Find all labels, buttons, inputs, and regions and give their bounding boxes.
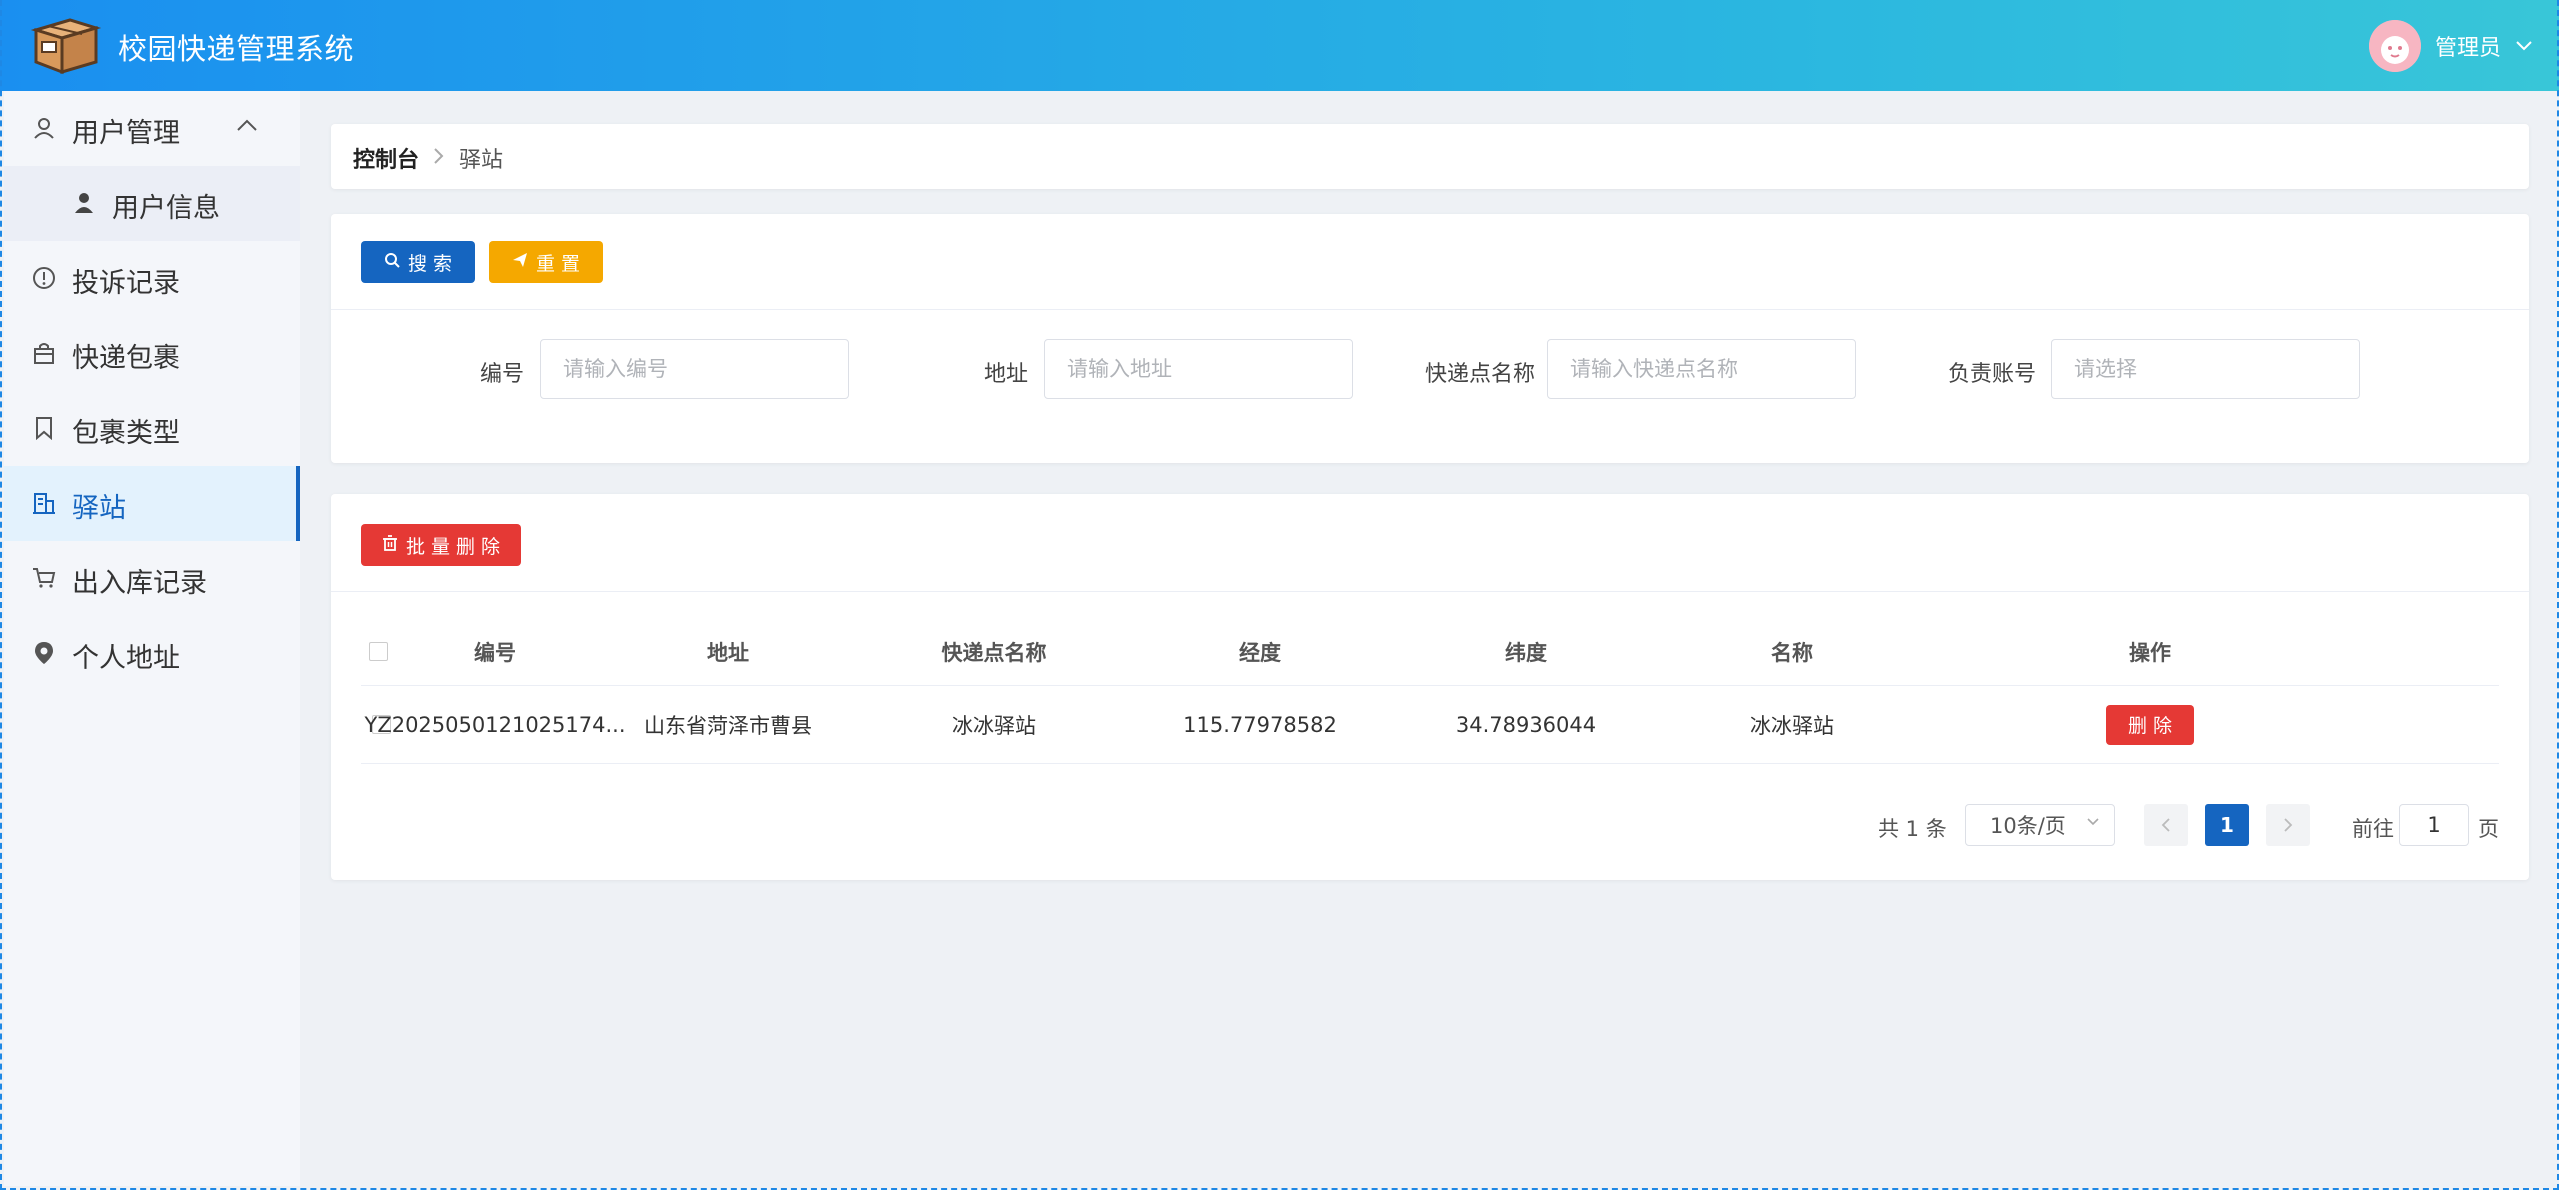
user-outline-icon [32,116,56,140]
sidebar-item-stations[interactable]: 驿站 [4,466,300,541]
sidebar-item-inout-records[interactable]: 出入库记录 [4,541,300,616]
breadcrumb-home[interactable]: 控制台 [353,142,419,174]
chevron-down-icon[interactable] [2515,36,2533,57]
bookmark-icon [32,416,56,441]
shopping-bag-icon [32,341,56,365]
sidebar-item-label: 投诉记录 [72,268,180,299]
window-frame-right [2555,0,2559,1190]
send-icon [512,251,528,273]
cell-name: 冰冰驿站 [1750,713,1834,738]
next-page-button[interactable] [2266,804,2310,846]
shopping-cart-icon [32,566,56,590]
sidebar-item-label: 个人地址 [72,643,180,674]
page-size-value: 10条/页 [1990,814,2066,838]
goto-page-input[interactable] [2399,804,2469,846]
sidebar-item-label: 驿站 [72,493,126,524]
top-header: 校园快递管理系统 管理员 [0,0,2559,91]
breadcrumb: 控制台 驿站 [353,142,503,174]
sidebar-item-user-management[interactable]: 用户管理 [4,91,300,166]
pagination-total: 共 1 条 [1878,817,1947,841]
sidebar: 用户管理 用户信息 投诉记录 快递包裹 包裹类型 驿站 出入库记录 个人地址 [4,91,300,1186]
sidebar-item-label: 出入库记录 [72,568,207,599]
sidebar-item-complaints[interactable]: 投诉记录 [4,241,300,316]
page-size-select[interactable]: 10条/页 [1965,804,2115,846]
table-toolbar: 批 量 删 除 [331,494,2529,592]
search-toolbar: 搜 索 重 置 [331,214,2529,310]
sidebar-item-package-types[interactable]: 包裹类型 [4,391,300,466]
chevron-down-icon [2086,815,2100,831]
package-box-logo [30,14,102,76]
search-icon [384,251,400,273]
page-number-button[interactable]: 1 [2205,804,2249,846]
search-panel: 搜 索 重 置 编号 地址 快递点名称 负责账号 [331,214,2529,463]
delete-button[interactable]: 删 除 [2106,704,2194,745]
reset-button-label: 重 置 [535,252,581,275]
sidebar-item-label: 用户管理 [72,118,180,149]
column-header-latitude[interactable]: 纬度 [1393,618,1659,685]
pagination: 共 1 条 10条/页 1 前往 页 [331,804,2529,848]
sidebar-item-label: 包裹类型 [72,418,180,449]
trash-icon [382,534,398,556]
station-name-input[interactable] [1547,339,1856,399]
location-pin-icon [32,641,56,665]
office-building-icon [32,491,56,515]
column-header-address[interactable]: 地址 [595,618,861,685]
app-title: 校园快递管理系统 [118,32,355,66]
reset-button[interactable]: 重 置 [489,241,603,283]
station-name-field-label: 快递点名称 [1425,362,1536,387]
breadcrumb-current: 驿站 [459,148,504,173]
batch-delete-button[interactable]: 批 量 删 除 [361,524,521,566]
cell-actions: 删 除 [1925,686,2375,763]
user-name[interactable]: 管理员 [2435,30,2501,62]
column-header-longitude[interactable]: 经度 [1127,618,1393,685]
chevron-up-icon[interactable] [236,113,258,138]
table-panel: 批 量 删 除 编号 地址 快递点名称 经度 纬度 名称 操作 YZ202505… [331,494,2529,880]
cell-id: YZ2025050121025174... [364,712,626,737]
window-frame-left [0,0,4,1190]
cell-address: 山东省菏泽市曹县 [644,713,812,738]
column-header-station-name[interactable]: 快递点名称 [861,618,1127,685]
address-input[interactable] [1044,339,1353,399]
goto-label: 前往 [2352,817,2394,841]
chevron-right-icon [433,146,445,170]
column-header-id[interactable]: 编号 [395,618,595,685]
table-header: 编号 地址 快递点名称 经度 纬度 名称 操作 [361,618,2499,686]
stations-table: 编号 地址 快递点名称 经度 纬度 名称 操作 YZ20250501210251… [361,618,2499,764]
account-field-label: 负责账号 [1948,362,2037,387]
search-button-label: 搜 索 [407,252,453,275]
column-header-name[interactable]: 名称 [1659,618,1925,685]
id-field-label: 编号 [480,362,525,387]
sidebar-item-packages[interactable]: 快递包裹 [4,316,300,391]
column-header-actions: 操作 [2129,640,2171,665]
user-menu[interactable]: 管理员 [2368,20,2533,72]
prev-page-button[interactable] [2144,804,2188,846]
sidebar-item-personal-address[interactable]: 个人地址 [4,616,300,691]
breadcrumb-card: 控制台 驿站 [331,124,2529,189]
id-input[interactable] [540,339,849,399]
goto-suffix: 页 [2478,817,2499,841]
window-frame-bottom [0,1186,2559,1190]
search-button[interactable]: 搜 索 [361,241,475,283]
table-row: YZ2025050121025174... 山东省菏泽市曹县 冰冰驿站 115.… [361,686,2499,764]
account-select[interactable] [2051,339,2360,399]
address-field-label: 地址 [984,362,1029,387]
sidebar-item-user-info[interactable]: 用户信息 [4,166,300,241]
cell-longitude: 115.77978582 [1183,712,1337,737]
avatar[interactable] [2368,20,2421,72]
cell-latitude: 34.78936044 [1455,712,1597,737]
sidebar-item-label: 快递包裹 [72,343,180,374]
batch-delete-label: 批 量 删 除 [405,535,501,558]
user-filled-icon [72,191,96,215]
select-all-checkbox[interactable] [368,642,388,661]
warning-circle-icon [32,266,56,290]
select-all-cell [361,618,395,685]
cell-station-name: 冰冰驿站 [952,713,1036,738]
sidebar-item-label: 用户信息 [112,193,220,224]
